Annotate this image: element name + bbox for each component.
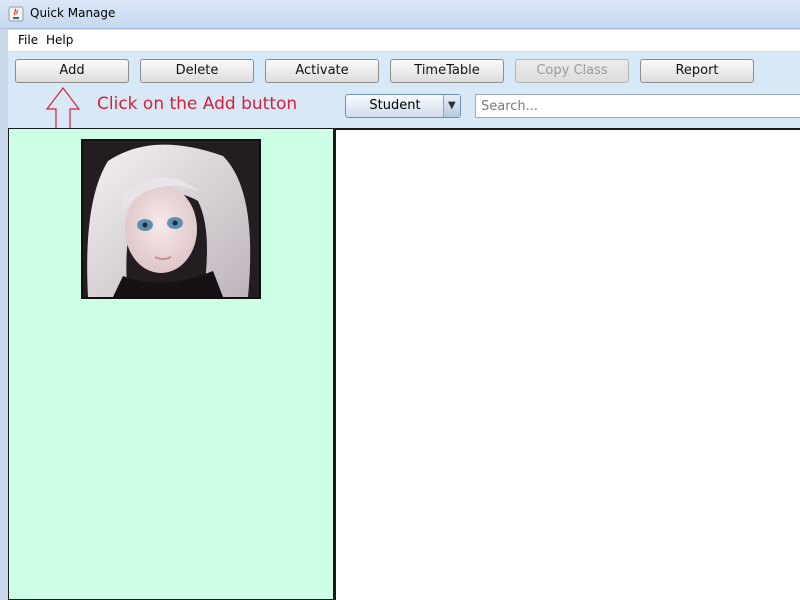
student-list-panel [8, 128, 334, 600]
toolbar: Add Delete Activate TimeTable Copy Class… [8, 52, 800, 152]
dropdown-selected-value: Student [369, 98, 421, 113]
timetable-button[interactable]: TimeTable [390, 59, 504, 83]
chevron-down-icon: ▼ [448, 100, 456, 111]
copy-class-button[interactable]: Copy Class [515, 59, 629, 83]
activate-button[interactable]: Activate [265, 59, 379, 83]
window-title: Quick Manage [30, 6, 116, 20]
search-input[interactable] [475, 94, 800, 118]
report-button[interactable]: Report [640, 59, 754, 83]
title-bar: Quick Manage [0, 0, 800, 29]
dropdown-toggle[interactable]: ▼ [443, 95, 460, 117]
add-button[interactable]: Add [15, 59, 129, 83]
doll-portrait-image [83, 141, 259, 297]
java-app-icon [8, 6, 24, 22]
window-left-border [0, 28, 8, 600]
details-panel [334, 128, 800, 600]
menu-file[interactable]: File [18, 33, 38, 47]
menu-bar: File Help [8, 30, 800, 52]
student-photo[interactable] [81, 139, 261, 299]
menu-help[interactable]: Help [46, 33, 73, 47]
delete-button[interactable]: Delete [140, 59, 254, 83]
instruction-annotation: Click on the Add button [97, 94, 298, 114]
entity-type-dropdown[interactable]: Student ▼ [345, 94, 461, 118]
